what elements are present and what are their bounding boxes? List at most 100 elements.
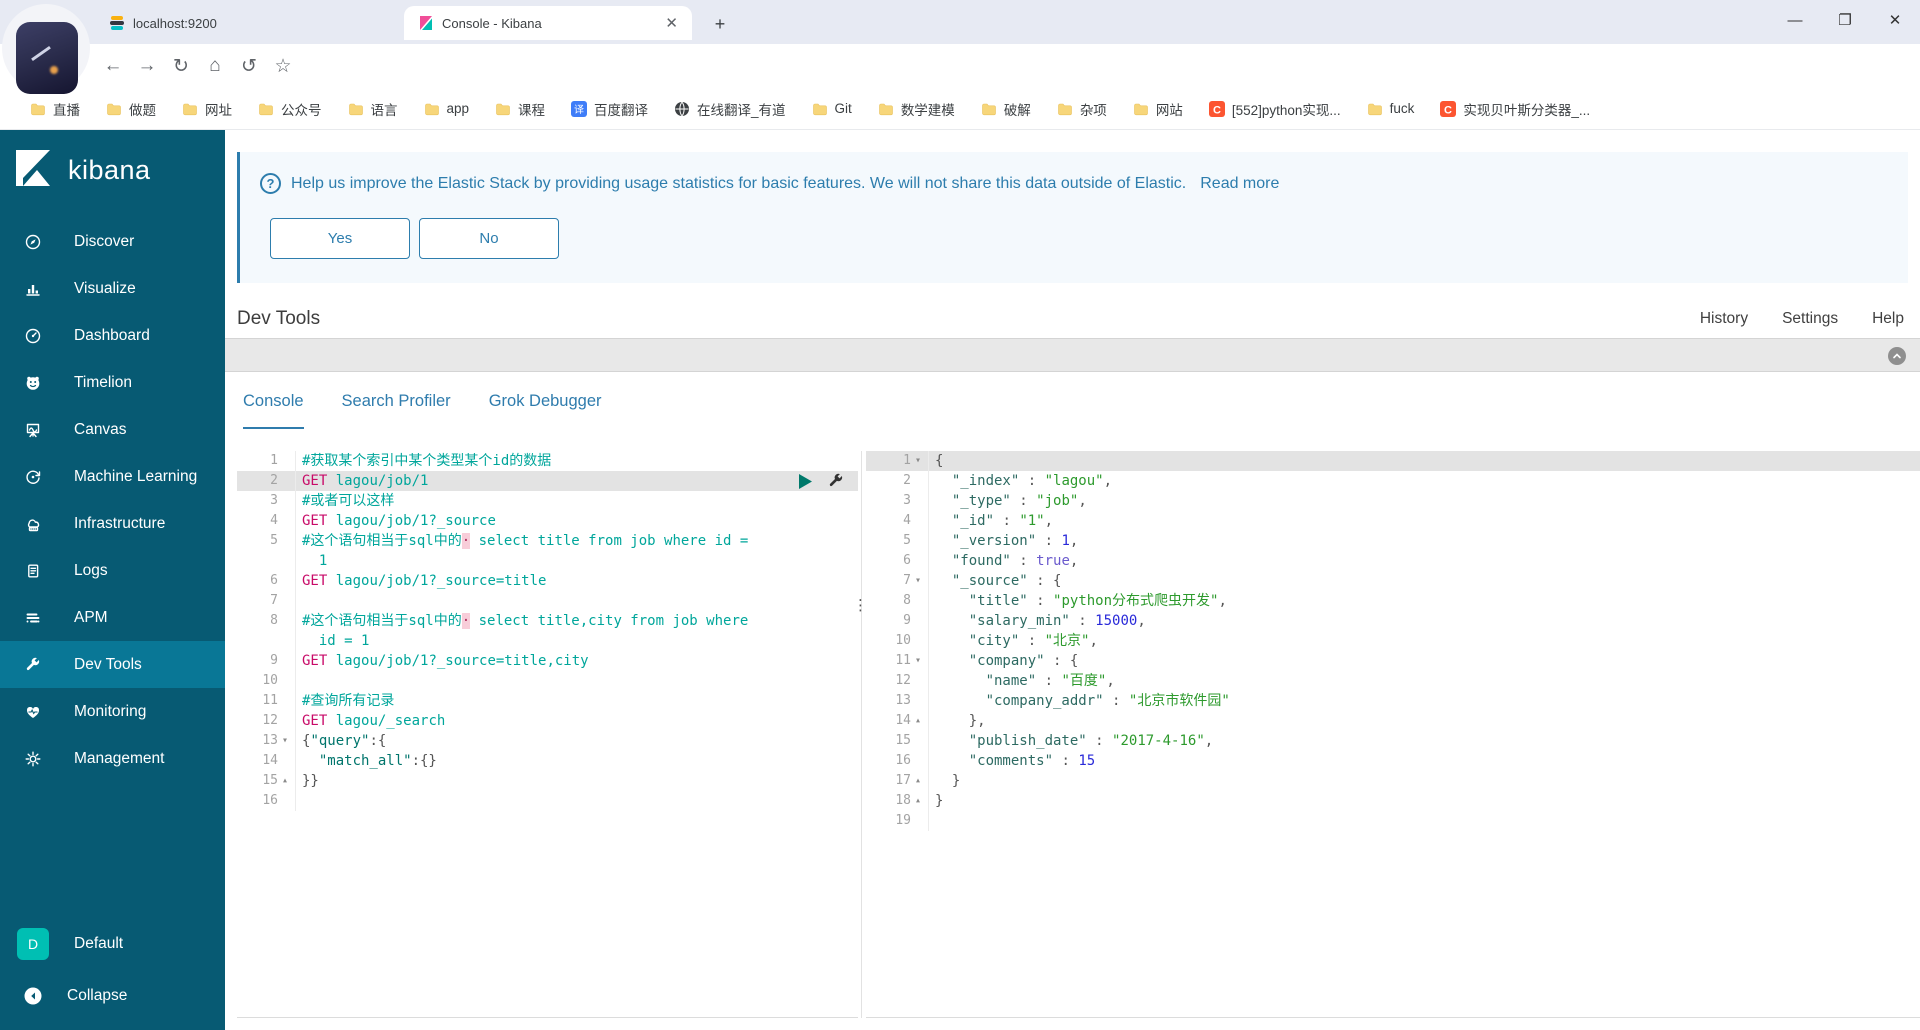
- code-line[interactable]: 12 GET lagou/_search: [237, 711, 858, 731]
- no-button[interactable]: No: [419, 218, 559, 259]
- code-line[interactable]: 10: [237, 671, 858, 691]
- code-line[interactable]: 1: [237, 551, 858, 571]
- bookmark-item[interactable]: 在线翻译_有道: [674, 99, 786, 119]
- code-line[interactable]: 7: [237, 591, 858, 611]
- code-line[interactable]: 8 #这个语句相当于sql中的· select title,city from j…: [237, 611, 858, 631]
- folder-icon: [30, 101, 46, 117]
- code-line[interactable]: 16: [237, 791, 858, 811]
- sidebar-collapse-button[interactable]: Collapse: [0, 970, 225, 1022]
- code-line[interactable]: 14 "match_all":{}: [237, 751, 858, 771]
- code-line[interactable]: 1 #获取某个索引中某个类型某个id的数据: [237, 451, 858, 471]
- settings-link[interactable]: Settings: [1782, 310, 1838, 328]
- chevron-up-icon[interactable]: [1888, 347, 1906, 365]
- bookmark-item[interactable]: app: [424, 101, 469, 117]
- code-line: 15 "publish_date" : "2017-4-16",: [866, 731, 1920, 751]
- code-line: 11 ▾ "company" : {: [866, 651, 1920, 671]
- bookmark-item[interactable]: 公众号: [258, 99, 322, 119]
- sidebar-item-logs[interactable]: Logs: [0, 547, 225, 594]
- console-editor[interactable]: 1 #获取某个索引中某个类型某个id的数据 2 GET lagou/job/1 3 #或者…: [237, 451, 858, 1018]
- bookmark-item[interactable]: 杂项: [1057, 99, 1107, 119]
- bookmark-item[interactable]: fuck: [1367, 101, 1414, 117]
- bookmark-item[interactable]: C 实现贝叶斯分类器_...: [1440, 99, 1590, 119]
- bookmark-item[interactable]: 直播: [30, 99, 80, 119]
- fold-toggle-icon[interactable]: ▴: [282, 771, 295, 791]
- collapsed-banner-bar: [225, 338, 1920, 372]
- bookmark-item[interactable]: 破解: [981, 99, 1031, 119]
- sidebar-item-default-space[interactable]: D Default: [0, 918, 225, 970]
- sidebar-item-label: Logs: [74, 561, 108, 579]
- sidebar-item-apm[interactable]: APM: [0, 594, 225, 641]
- sidebar-item-discover[interactable]: Discover: [0, 218, 225, 265]
- browser-tab-kibana[interactable]: Console - Kibana ✕: [404, 6, 692, 40]
- fold-toggle-icon[interactable]: ▴: [915, 791, 928, 811]
- help-link[interactable]: Help: [1872, 310, 1904, 328]
- bookmark-item[interactable]: 译百度翻译: [571, 99, 648, 119]
- fold-toggle-icon[interactable]: ▴: [915, 711, 928, 731]
- read-more-link[interactable]: Read more: [1200, 175, 1279, 193]
- reload-button[interactable]: ↻: [164, 49, 198, 83]
- code-line[interactable]: id = 1: [237, 631, 858, 651]
- bookmark-item[interactable]: 网站: [1133, 99, 1183, 119]
- bookmark-item[interactable]: 课程: [495, 99, 545, 119]
- bookmark-item[interactable]: 网址: [182, 99, 232, 119]
- folder-icon: [1133, 101, 1149, 117]
- undo-button[interactable]: ↺: [232, 49, 266, 83]
- code-line[interactable]: 13 ▾ {"query":{: [237, 731, 858, 751]
- history-link[interactable]: History: [1700, 310, 1748, 328]
- fold-toggle-icon[interactable]: ▴: [915, 771, 928, 791]
- code-line[interactable]: 15 ▴}}: [237, 771, 858, 791]
- bookmark-item[interactable]: 做题: [106, 99, 156, 119]
- bookmark-label: 数学建模: [900, 102, 955, 118]
- fold-toggle-icon[interactable]: ▾: [915, 571, 928, 591]
- code-line[interactable]: 4 GET lagou/job/1?_source: [237, 511, 858, 531]
- sidebar-item-monitoring[interactable]: Monitoring: [0, 688, 225, 735]
- bookmark-item[interactable]: 数学建模: [878, 99, 955, 119]
- window-minimize-button[interactable]: —: [1770, 0, 1820, 40]
- send-request-button[interactable]: [799, 473, 812, 495]
- sidebar-item-management[interactable]: Management: [0, 735, 225, 782]
- code-line[interactable]: 11 #查询所有记录: [237, 691, 858, 711]
- window-close-button[interactable]: ✕: [1870, 0, 1920, 40]
- request-options-wrench-icon[interactable]: [828, 473, 844, 495]
- line-number: 8: [270, 613, 278, 628]
- bookmark-item[interactable]: C [552]python实现...: [1208, 99, 1341, 119]
- sidebar-item-visualize[interactable]: Visualize: [0, 265, 225, 312]
- browser-tab-elasticsearch[interactable]: localhost:9200: [95, 6, 395, 40]
- code-line[interactable]: 9 GET lagou/job/1?_source=title,city: [237, 651, 858, 671]
- line-number: 6: [270, 573, 278, 588]
- sidebar-item-canvas[interactable]: Canvas: [0, 406, 225, 453]
- collapse-icon: [24, 987, 42, 1005]
- fold-toggle-icon[interactable]: ▾: [282, 731, 295, 751]
- fold-toggle-icon[interactable]: ▾: [915, 651, 928, 671]
- sidebar-item-machine-learning[interactable]: Machine Learning: [0, 453, 225, 500]
- tab-search-profiler[interactable]: Search Profiler: [342, 392, 451, 429]
- tab-console[interactable]: Console: [243, 392, 304, 429]
- bookmark-item[interactable]: 语言: [348, 99, 398, 119]
- code-line[interactable]: 3 #或者可以这样: [237, 491, 858, 511]
- home-button[interactable]: ⌂: [198, 49, 232, 83]
- sidebar-item-dev-tools[interactable]: Dev Tools: [0, 641, 225, 688]
- yes-button[interactable]: Yes: [270, 218, 410, 259]
- code-line[interactable]: 5 #这个语句相当于sql中的· select title from job wh…: [237, 531, 858, 551]
- code-line: 7 ▾ "_source" : {: [866, 571, 1920, 591]
- new-tab-button[interactable]: +: [706, 10, 734, 38]
- bookmark-item[interactable]: Git: [812, 101, 852, 117]
- profile-avatar[interactable]: [16, 22, 78, 94]
- code-line[interactable]: 6 GET lagou/job/1?_source=title: [237, 571, 858, 591]
- tab-grok-debugger[interactable]: Grok Debugger: [489, 392, 602, 429]
- fold-toggle-icon[interactable]: ▾: [915, 451, 928, 471]
- sidebar-item-label: Infrastructure: [74, 514, 166, 532]
- code-line[interactable]: 2 GET lagou/job/1: [237, 471, 858, 491]
- sidebar-item-label: Timelion: [74, 373, 132, 391]
- sidebar-item-label: Dev Tools: [74, 655, 142, 673]
- window-restore-button[interactable]: ❐: [1820, 0, 1870, 40]
- kibana-logo-text: kibana: [68, 155, 151, 185]
- sidebar-item-infrastructure[interactable]: Infrastructure: [0, 500, 225, 547]
- close-tab-icon[interactable]: ✕: [665, 14, 678, 32]
- back-button[interactable]: ←: [96, 49, 130, 83]
- forward-button[interactable]: →: [130, 49, 164, 83]
- sidebar-item-timelion[interactable]: Timelion: [0, 359, 225, 406]
- sidebar-item-dashboard[interactable]: Dashboard: [0, 312, 225, 359]
- bookmark-star-icon[interactable]: ☆: [266, 49, 300, 83]
- panel-divider: [861, 451, 862, 1018]
